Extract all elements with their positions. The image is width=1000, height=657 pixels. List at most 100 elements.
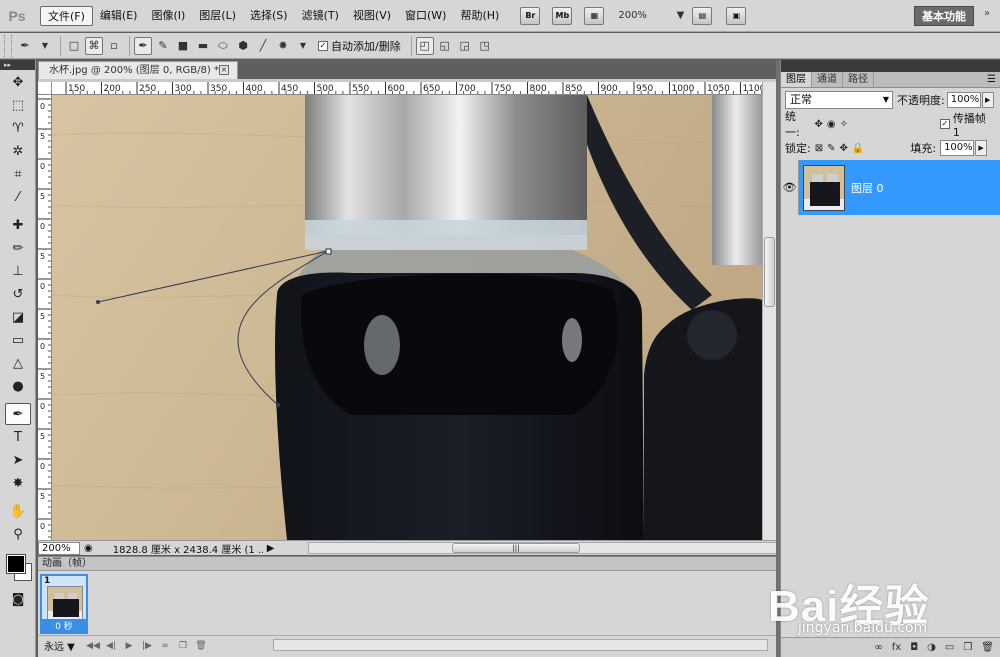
blend-mode-select[interactable]: 正常	[785, 91, 893, 109]
pen-icon[interactable]: ✒	[134, 36, 152, 55]
fill-slider-icon[interactable]: ▶	[975, 140, 988, 156]
zoom-level-select[interactable]: 200% ▼	[618, 10, 688, 21]
menu-select[interactable]: 选择(S)	[243, 6, 295, 26]
exclude-paths-icon[interactable]: ◳	[476, 37, 494, 55]
mini-bridge-button[interactable]: Mb	[552, 6, 573, 25]
rounded-rectangle-icon[interactable]: ▬	[194, 37, 212, 55]
polygon-icon[interactable]: ⬢	[234, 37, 252, 55]
crop-tool-icon[interactable]: ⌗	[5, 163, 31, 185]
line-icon[interactable]: ╱	[254, 37, 272, 55]
menu-edit[interactable]: 编辑(E)	[93, 6, 145, 26]
unify-style-icon[interactable]: ✧	[840, 119, 848, 130]
tab-layers[interactable]: 图层	[781, 72, 812, 87]
freeform-pen-icon[interactable]: ✎	[154, 37, 172, 55]
first-frame-icon[interactable]: ◀◀	[84, 641, 102, 651]
status-arrow-icon[interactable]: ▶	[267, 543, 275, 554]
checkbox-icon[interactable]: ✓	[318, 40, 328, 51]
delete-layer-icon[interactable]: 🗑	[981, 642, 994, 653]
rectangle-icon[interactable]: ■	[174, 37, 192, 55]
propagate-frame-checkbox[interactable]: ✓	[939, 119, 950, 129]
menu-layer[interactable]: 图层(L)	[192, 6, 243, 26]
frame-delay[interactable]: 0 秒	[42, 619, 86, 632]
tab-channels[interactable]: 通道	[812, 72, 843, 87]
document-tab[interactable]: 水杯.jpg @ 200% (图层 0, RGB/8) * ×	[38, 61, 238, 79]
combine-paths-icon[interactable]: ◰	[415, 36, 434, 55]
bridge-button[interactable]: Br	[520, 6, 541, 25]
preset-dropdown-icon[interactable]: ▼	[36, 37, 54, 55]
next-frame-icon[interactable]: |▶	[138, 641, 156, 651]
animation-frame[interactable]: 1 0 秒	[40, 574, 88, 634]
opacity-field[interactable]: 100%	[946, 92, 981, 108]
unify-position-icon[interactable]: ✥	[814, 119, 822, 130]
add-mask-icon[interactable]: ◘	[910, 642, 918, 653]
lasso-tool-icon[interactable]: ♈	[5, 117, 31, 139]
new-group-icon[interactable]: ▭	[945, 642, 954, 653]
play-icon[interactable]: ▶	[120, 641, 138, 651]
move-tool-icon[interactable]: ✥	[5, 71, 31, 93]
new-layer-icon[interactable]: ❐	[963, 642, 972, 653]
fill-field[interactable]: 100%	[940, 140, 975, 156]
lock-image-icon[interactable]: ✎	[827, 143, 835, 154]
custom-shape-tool-icon[interactable]: ✸	[5, 472, 31, 494]
eye-icon[interactable]: 👁	[781, 160, 799, 215]
custom-shape-icon[interactable]: ✸	[274, 37, 292, 55]
blur-tool-icon[interactable]: △	[5, 352, 31, 374]
workspace-expand-icon[interactable]: »	[984, 8, 990, 19]
status-menu-icon[interactable]: ◉	[84, 543, 93, 554]
layer-style-icon[interactable]: fx	[892, 642, 901, 653]
eyedropper-tool-icon[interactable]: ⁄	[5, 186, 31, 208]
horizontal-ruler[interactable]: 150 200 250 300 350 400 450 500 550 600 650 700 750 8…	[52, 82, 762, 95]
horizontal-scrollbar[interactable]: |||	[308, 542, 788, 554]
layer-row[interactable]: 👁 图层 0	[781, 160, 1000, 215]
foreground-color-swatch[interactable]	[6, 554, 26, 574]
opacity-slider-icon[interactable]: ▶	[981, 92, 994, 108]
shape-layers-icon[interactable]: □	[65, 37, 83, 55]
dodge-tool-icon[interactable]: ●	[5, 375, 31, 397]
marquee-tool-icon[interactable]: ⬚	[5, 94, 31, 116]
menu-help[interactable]: 帮助(H)	[453, 6, 506, 26]
panel-menu-icon[interactable]: ☰	[987, 74, 996, 85]
menu-file[interactable]: 文件(F)	[40, 5, 93, 26]
intersect-paths-icon[interactable]: ◲	[456, 37, 474, 55]
animation-scrollbar[interactable]	[273, 639, 768, 651]
path-selection-tool-icon[interactable]: ➤	[5, 449, 31, 471]
zoom-field[interactable]: 200%	[38, 541, 80, 555]
menu-filter[interactable]: 滤镜(T)	[295, 6, 346, 26]
paths-mode-icon[interactable]: ⌘	[85, 36, 103, 55]
tween-icon[interactable]: ∞	[156, 641, 174, 651]
vertical-scrollbar[interactable]	[762, 82, 776, 540]
gradient-tool-icon[interactable]: ▭	[5, 329, 31, 351]
menu-image[interactable]: 图像(I)	[144, 6, 192, 26]
menu-view[interactable]: 视图(V)	[346, 6, 398, 26]
pen-tool-preset-icon[interactable]: ✒	[16, 37, 34, 55]
pen-tool-icon[interactable]: ✒	[5, 403, 31, 425]
loop-select[interactable]: 永远 ▼	[38, 638, 84, 653]
hand-tool-icon[interactable]: ✋	[5, 500, 31, 522]
auto-add-delete-checkbox[interactable]: ✓ 自动添加/删除	[318, 38, 401, 54]
zoom-tool-icon[interactable]: ⚲	[5, 523, 31, 545]
unify-visibility-icon[interactable]: ◉	[827, 119, 836, 130]
clone-stamp-tool-icon[interactable]: ⊥	[5, 260, 31, 282]
quick-selection-tool-icon[interactable]: ✲	[5, 140, 31, 162]
tab-paths[interactable]: 路径	[843, 72, 874, 87]
film-strip-icon[interactable]: ▦	[584, 6, 605, 25]
color-swatches[interactable]	[0, 547, 35, 587]
shape-dropdown-icon[interactable]: ▼	[294, 37, 312, 55]
layer-name[interactable]: 图层 0	[851, 180, 884, 196]
scroll-thumb[interactable]: |||	[452, 543, 580, 553]
adjustment-layer-icon[interactable]: ◑	[927, 642, 936, 653]
screen-mode-icon[interactable]: ▣	[726, 6, 747, 25]
lock-all-icon[interactable]: 🔒	[852, 143, 864, 154]
duplicate-frame-icon[interactable]: ❐	[174, 641, 192, 651]
vertical-ruler[interactable]: 0 5 0 5 0 5 0 5 0 5 0 5 0 5 0	[38, 95, 52, 540]
eraser-tool-icon[interactable]: ◪	[5, 306, 31, 328]
link-layers-icon[interactable]: ∞	[874, 642, 882, 653]
fill-pixels-icon[interactable]: ▫	[105, 37, 123, 55]
type-tool-icon[interactable]: T	[5, 426, 31, 448]
healing-brush-tool-icon[interactable]: ✚	[5, 214, 31, 236]
scroll-thumb[interactable]	[764, 237, 775, 307]
previous-frame-icon[interactable]: ◀|	[102, 641, 120, 651]
arrange-documents-icon[interactable]: ▤	[692, 6, 713, 25]
document-canvas[interactable]	[52, 95, 762, 540]
quick-mask-icon[interactable]: ◙	[5, 588, 31, 610]
